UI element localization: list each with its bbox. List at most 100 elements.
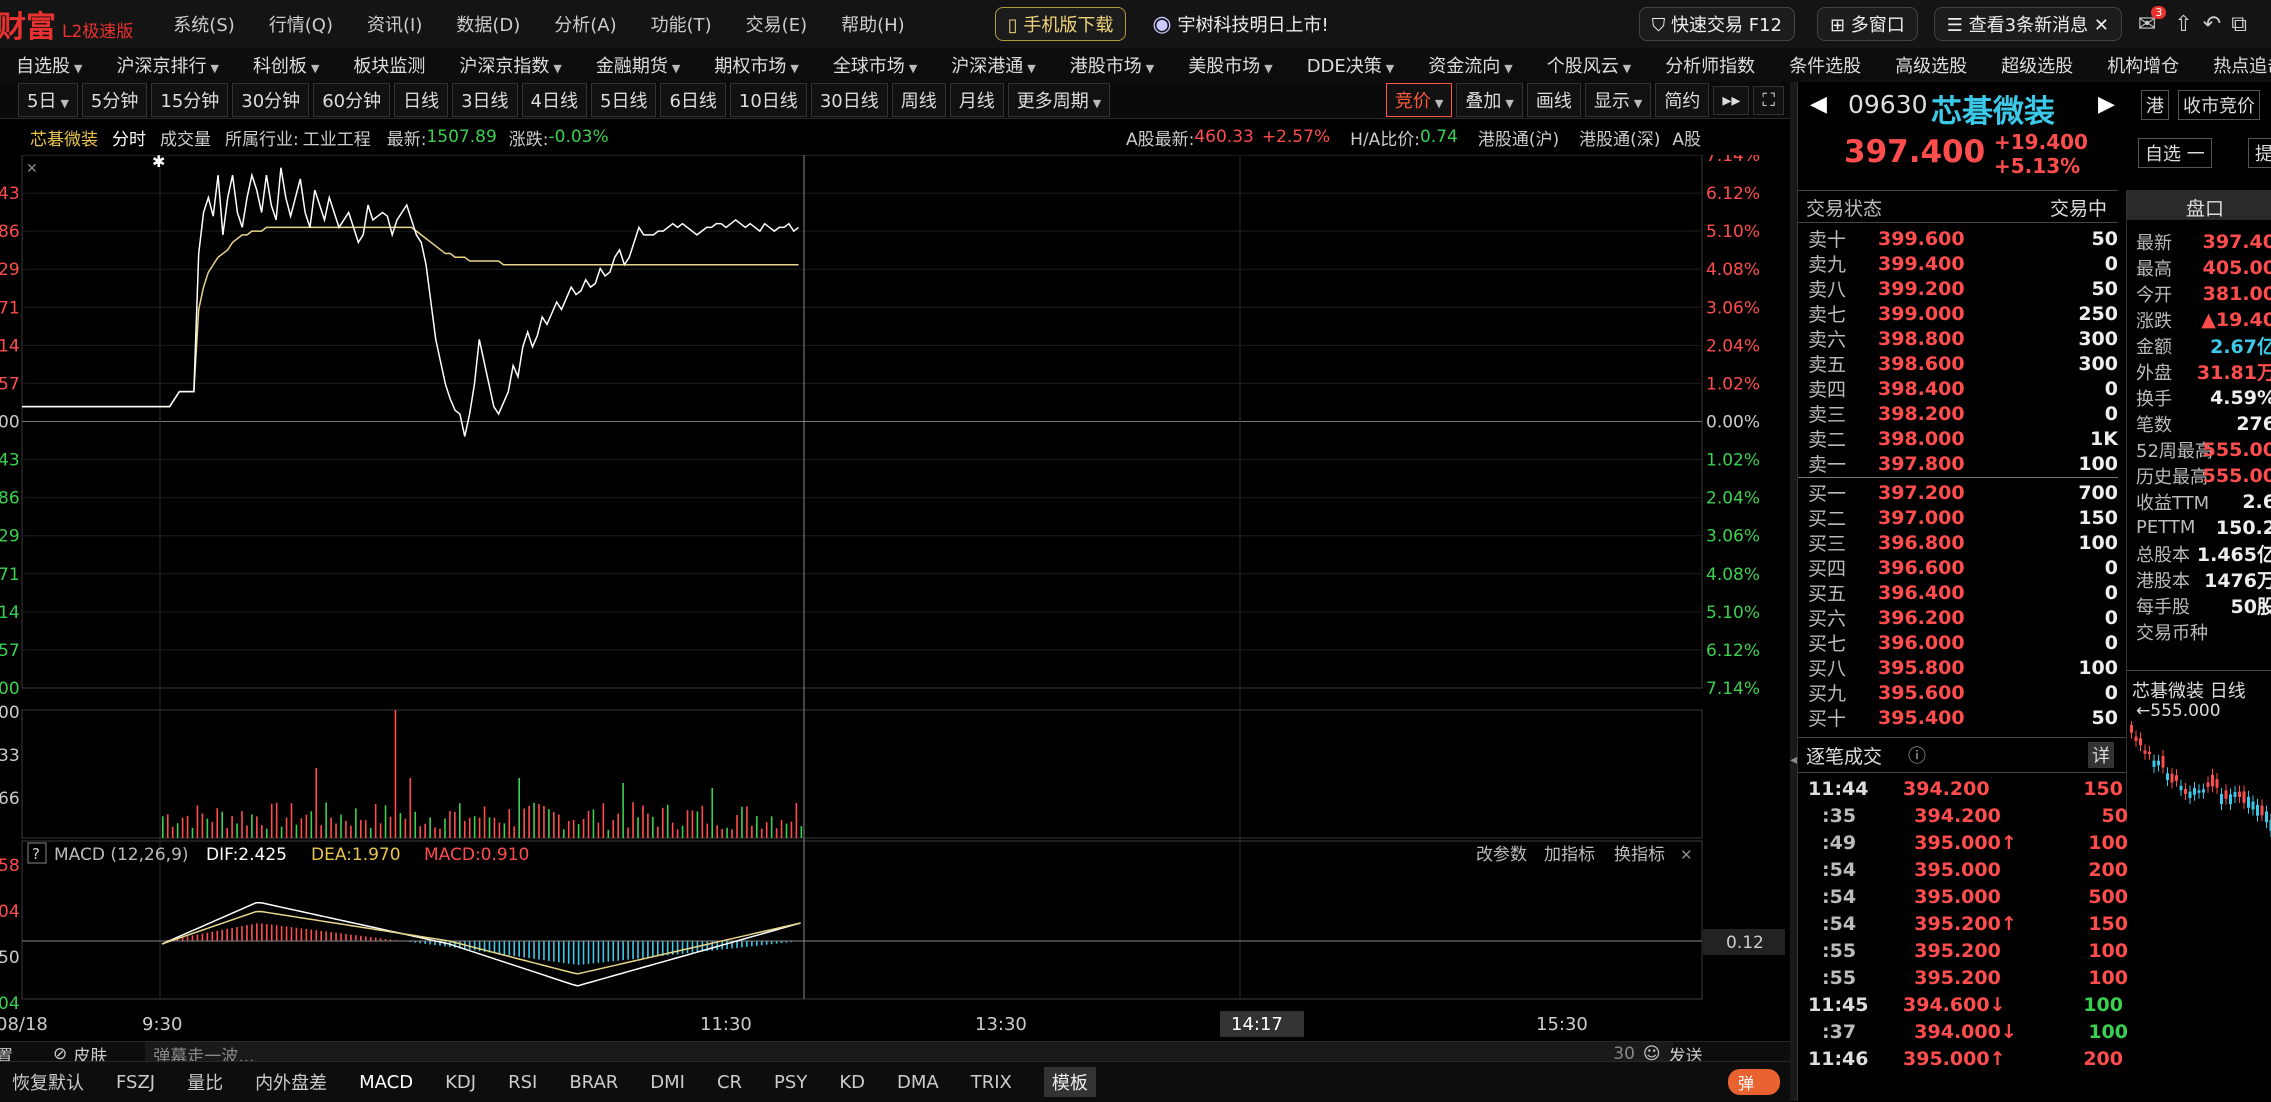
menu-options[interactable]: 期权市场▼ (714, 52, 798, 78)
fullscreen-icon[interactable]: ⛶ (1753, 86, 1784, 115)
restore-icon[interactable]: ⧉ (2231, 12, 2247, 37)
template-button[interactable]: 模板 (1044, 1067, 1096, 1097)
ask-row[interactable]: 卖一397.800100 (1808, 451, 2128, 476)
mail-icon[interactable]: ✉3 (2138, 12, 2156, 37)
bid-row[interactable]: 买一397.200700 (1808, 480, 2128, 505)
promo-link[interactable]: 宇树科技明日上市! (1178, 11, 1329, 37)
menu-ranking[interactable]: 沪深京排行▼ (116, 52, 218, 78)
ask-row[interactable]: 卖十399.60050 (1808, 226, 2128, 251)
mini-daily-chart[interactable]: 芯碁微装 日线 ←555.000 (2126, 670, 2271, 1102)
ind-rsi[interactable]: RSI (508, 1072, 537, 1093)
tick-detail-button[interactable]: 详 (2088, 742, 2114, 768)
menu-us[interactable]: 美股市场▼ (1188, 52, 1272, 78)
ind-dma[interactable]: DMA (897, 1072, 939, 1093)
menu-data[interactable]: 数据(D) (456, 11, 520, 37)
bid-row[interactable]: 买八395.800100 (1808, 655, 2128, 680)
next-stock-icon[interactable]: ▶ (2098, 92, 2115, 117)
menu-connect[interactable]: 沪深港通▼ (951, 52, 1035, 78)
a-share-link[interactable]: A股 (1672, 125, 1701, 150)
menu-help[interactable]: 帮助(H) (841, 11, 905, 37)
menu-info[interactable]: 资讯(I) (367, 11, 422, 37)
mobile-download-button[interactable]: ▯ 手机版下载 (995, 7, 1127, 41)
ask-row[interactable]: 卖二398.0001K (1808, 426, 2128, 451)
period-60min[interactable]: 60分钟 (313, 83, 390, 117)
ind-reset[interactable]: 恢复默认 (12, 1069, 84, 1095)
quick-trade-button[interactable]: ⛉ 快速交易 F12 (1639, 7, 1795, 41)
ind-kdj[interactable]: KDJ (445, 1072, 476, 1093)
info-icon[interactable]: ⓘ (1908, 742, 1926, 768)
period-more[interactable]: 更多周期▼ (1008, 83, 1110, 117)
menu-stock-news[interactable]: 个股风云▼ (1547, 52, 1631, 78)
period-week[interactable]: 周线 (892, 83, 946, 117)
menu-hot[interactable]: 热点追击 (2213, 52, 2271, 78)
ind-psy[interactable]: PSY (774, 1072, 807, 1093)
ind-fszj[interactable]: FSZJ (116, 1072, 155, 1093)
danmu-toggle[interactable]: 弹 (1728, 1069, 1780, 1095)
ask-row[interactable]: 卖四398.4000 (1808, 376, 2128, 401)
ind-cr[interactable]: CR (717, 1072, 742, 1093)
news-button[interactable]: ☰ 查看3条新消息 ✕ (1934, 7, 2122, 41)
simple-button[interactable]: 简约 (1655, 83, 1709, 117)
menu-analyst[interactable]: 分析师指数 (1665, 52, 1755, 78)
bid-row[interactable]: 买九395.6000 (1808, 680, 2128, 705)
ask-row[interactable]: 卖五398.600300 (1808, 351, 2128, 376)
bid-row[interactable]: 买三396.800100 (1808, 530, 2128, 555)
bid-row[interactable]: 买五396.4000 (1808, 580, 2128, 605)
menu-futures[interactable]: 金融期货▼ (596, 52, 680, 78)
period-month[interactable]: 月线 (950, 83, 1004, 117)
prev-stock-icon[interactable]: ◀ (1810, 92, 1827, 117)
menu-star-market[interactable]: 科创板▼ (253, 52, 319, 78)
multi-window-button[interactable]: ⊞ 多窗口 (1817, 7, 1918, 41)
menu-condition[interactable]: 条件选股 (1789, 52, 1861, 78)
bid-row[interactable]: 买六396.2000 (1808, 605, 2128, 630)
menu-analysis[interactable]: 分析(A) (554, 11, 616, 37)
ask-row[interactable]: 卖六398.800300 (1808, 326, 2128, 351)
up-icon[interactable]: ⇧ (2174, 12, 2192, 37)
draw-button[interactable]: 画线 (1527, 83, 1581, 117)
overlay-button[interactable]: 叠加▼ (1456, 83, 1522, 117)
hk-connect-sz[interactable]: 港股通(深) (1579, 125, 1660, 150)
menu-function[interactable]: 功能(T) (651, 11, 712, 37)
period-30day[interactable]: 30日线 (811, 83, 888, 117)
bid-row[interactable]: 买十395.40050 (1808, 705, 2128, 730)
period-5day[interactable]: 5日▼ (18, 83, 78, 117)
intraday-chart[interactable]: 4386297114570043862971145700 7.14%6.12%5… (0, 155, 1790, 1061)
menu-trade[interactable]: 交易(E) (746, 11, 807, 37)
alert-button[interactable]: 提 (2248, 138, 2271, 168)
menu-dde[interactable]: DDE决策▼ (1307, 52, 1395, 78)
bid-row[interactable]: 买四396.6000 (1808, 555, 2128, 580)
mode-tab-volume[interactable]: 成交量 (160, 125, 211, 150)
period-day[interactable]: 日线 (394, 83, 448, 117)
ask-row[interactable]: 卖九399.4000 (1808, 251, 2128, 276)
menu-index[interactable]: 沪深京指数▼ (459, 52, 561, 78)
menu-watchlist[interactable]: 自选股▼ (16, 52, 82, 78)
ask-row[interactable]: 卖三398.2000 (1808, 401, 2128, 426)
ask-row[interactable]: 卖七399.000250 (1808, 301, 2128, 326)
close-auction-tag[interactable]: 收市竞价 (2178, 90, 2260, 120)
watchlist-button[interactable]: 自选 一 (2138, 138, 2212, 168)
period-4day[interactable]: 4日线 (522, 83, 587, 117)
display-button[interactable]: 显示▼ (1585, 83, 1651, 117)
period-10day[interactable]: 10日线 (730, 83, 807, 117)
panel-toggle-handle[interactable]: ◀ (1790, 82, 1797, 1101)
close-news-icon[interactable]: ✕ (2094, 15, 2109, 36)
ind-kd[interactable]: KD (839, 1072, 865, 1093)
bid-row[interactable]: 买七396.0000 (1808, 630, 2128, 655)
menu-capital-flow[interactable]: 资金流向▼ (1428, 52, 1512, 78)
ind-macd[interactable]: MACD (359, 1072, 413, 1093)
auction-button[interactable]: 竞价▼ (1386, 83, 1452, 117)
ind-brar[interactable]: BRAR (569, 1072, 618, 1093)
menu-super[interactable]: 超级选股 (2001, 52, 2073, 78)
expand-right-icon[interactable]: ▸▸ (1713, 86, 1749, 115)
ind-dmi[interactable]: DMI (650, 1072, 685, 1093)
menu-institution[interactable]: 机构增仓 (2107, 52, 2179, 78)
back-icon[interactable]: ↶ (2203, 12, 2221, 37)
menu-quote[interactable]: 行情(Q) (269, 11, 333, 37)
industry-value[interactable]: 工业工程 (303, 125, 371, 150)
ind-trix[interactable]: TRIX (971, 1072, 1012, 1093)
ind-vol-ratio[interactable]: 量比 (187, 1069, 223, 1095)
hk-connect-sh[interactable]: 港股通(沪) (1478, 125, 1559, 150)
bid-row[interactable]: 买二397.000150 (1808, 505, 2128, 530)
ind-inout[interactable]: 内外盘差 (255, 1069, 327, 1095)
period-6day[interactable]: 6日线 (660, 83, 725, 117)
